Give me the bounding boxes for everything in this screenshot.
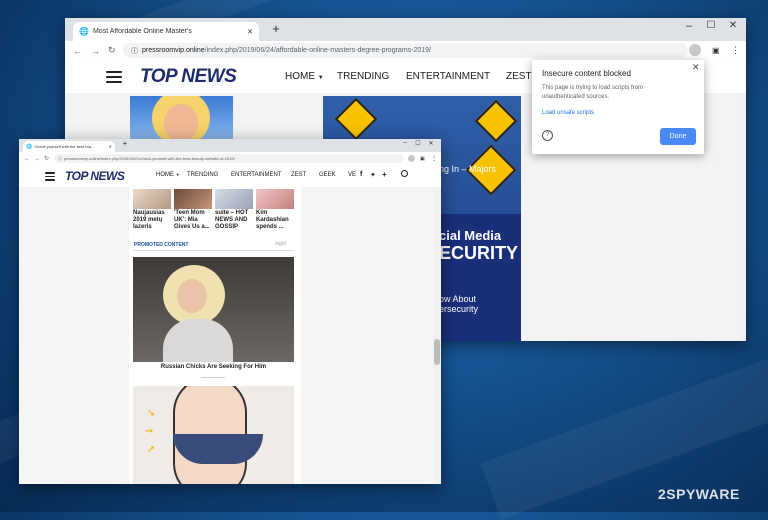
nav-zest[interactable]: ZEST bbox=[506, 71, 532, 82]
nav-zest[interactable]: ZEST bbox=[291, 172, 306, 178]
insecure-content-popup: Insecure content blocked ✕ This page is … bbox=[532, 60, 704, 154]
globe-icon: 🌐 bbox=[26, 143, 33, 150]
url-field[interactable]: ⓘ pressroomvip.online/index.php/2019/06/… bbox=[54, 154, 404, 163]
reload-icon[interactable]: ↻ bbox=[44, 155, 49, 162]
blocked-content-icon[interactable] bbox=[689, 44, 701, 56]
divider bbox=[133, 250, 294, 251]
address-bar: ← → ↻ ⓘ pressroomvip.online/index.php/20… bbox=[19, 152, 441, 166]
security-banner[interactable]: cial Media ECURITY ow About ersecurity bbox=[439, 214, 521, 341]
nav-entertainment[interactable]: ENTERTAINMENT bbox=[231, 172, 281, 178]
tab-title: Most Affordable Online Master's bbox=[92, 28, 192, 35]
arrow-sign-icon bbox=[334, 97, 378, 141]
reload-icon[interactable]: ↻ bbox=[108, 45, 116, 56]
minimize-button[interactable]: – bbox=[400, 140, 410, 146]
nav-home[interactable]: HOME ▼ bbox=[156, 172, 180, 178]
hamburger-icon[interactable] bbox=[106, 71, 122, 83]
address-bar: ← → ↻ ⓘ pressroomvip.online/index.php/20… bbox=[65, 41, 746, 61]
help-icon[interactable]: ? bbox=[542, 130, 553, 141]
tab-close-icon[interactable]: ✕ bbox=[247, 28, 253, 36]
nav-trending[interactable]: TRENDING bbox=[337, 71, 389, 82]
divider bbox=[201, 377, 225, 378]
chevron-down-icon: ▼ bbox=[175, 172, 180, 177]
ad-thumb-caption: suite – HOT NEWS AND GOSSIP bbox=[215, 210, 249, 230]
extension-icon[interactable]: ▣ bbox=[712, 46, 720, 55]
ad-thumb-caption: Naujausias 2019 metų lazeris bbox=[133, 210, 165, 230]
globe-icon: 🌐 bbox=[79, 27, 89, 36]
popup-close-icon[interactable]: ✕ bbox=[692, 62, 700, 73]
blocked-content-icon[interactable] bbox=[408, 155, 415, 162]
tab-strip: 🌐 Most Affordable Online Master's ✕ + – … bbox=[65, 18, 746, 41]
extension-icon[interactable]: ▣ bbox=[420, 156, 425, 162]
plus-icon[interactable]: + bbox=[382, 170, 387, 179]
forward-icon[interactable]: → bbox=[34, 156, 40, 162]
scrollbar[interactable] bbox=[738, 93, 746, 341]
url-path: /index.php/2019/06/24/affordable-online-… bbox=[204, 47, 432, 54]
chevron-down-icon: ▼ bbox=[317, 75, 324, 81]
twitter-icon[interactable]: ✦ bbox=[370, 171, 376, 179]
nav-home[interactable]: HOME ▼ bbox=[285, 71, 324, 82]
maximize-button[interactable]: ☐ bbox=[413, 140, 423, 147]
nav-entertainment[interactable]: ENTERTAINMENT bbox=[406, 71, 490, 82]
mgid-logo[interactable]: mgid bbox=[275, 241, 286, 247]
arrow-icon: ➘ bbox=[147, 408, 156, 419]
arrow-icon: ➙ bbox=[145, 426, 154, 437]
menu-dots-icon[interactable]: ⋮ bbox=[731, 45, 740, 56]
promoted-content-label: PROMOTED CONTENT bbox=[134, 242, 189, 248]
close-window-button[interactable]: ✕ bbox=[724, 20, 742, 31]
ad-thumb-caption: 'Teen Mom UK': Mia Gives Us a... bbox=[174, 210, 210, 230]
ad-thumb[interactable]: Naujausias 2019 metų lazeris bbox=[133, 189, 171, 231]
menu-dots-icon[interactable]: ⋮ bbox=[431, 155, 437, 162]
ad-image-body[interactable]: ➘ ➙ ➚ bbox=[133, 386, 294, 484]
url-text: pressroomvip.online/index.php/2019/06/21… bbox=[64, 156, 235, 161]
ad-thumb[interactable]: suite – HOT NEWS AND GOSSIP bbox=[215, 189, 253, 231]
ad-image-woman[interactable] bbox=[133, 257, 294, 362]
done-button[interactable]: Done bbox=[660, 128, 696, 145]
site-header: TOP NEWS HOME ▼ TRENDING ENTERTAINMENT Z… bbox=[19, 165, 441, 187]
maximize-button[interactable]: ☐ bbox=[702, 20, 720, 31]
nav-geek[interactable]: GEEK bbox=[319, 172, 336, 178]
tab-close-icon[interactable]: ✕ bbox=[109, 144, 112, 149]
ad-thumb-caption: Kim Kardashian spends ... bbox=[256, 210, 289, 230]
nav-trending[interactable]: TRENDING bbox=[187, 172, 218, 178]
tab-title: Check yourself with the best bra... bbox=[34, 144, 95, 149]
search-icon[interactable] bbox=[401, 170, 408, 177]
back-icon[interactable]: ← bbox=[73, 46, 82, 56]
info-icon[interactable]: ⓘ bbox=[58, 156, 62, 162]
site-logo[interactable]: TOP NEWS bbox=[140, 66, 237, 88]
ad-thumb[interactable]: 'Teen Mom UK': Mia Gives Us a... bbox=[174, 189, 212, 231]
ad-caption[interactable]: Russian Chicks Are Seeking For Him bbox=[133, 364, 294, 370]
browser-tab[interactable]: 🌐 Check yourself with the best bra... ✕ bbox=[23, 141, 115, 152]
url-field[interactable]: ⓘ pressroomvip.online/index.php/2019/06/… bbox=[123, 43, 688, 58]
facebook-icon[interactable]: f bbox=[360, 171, 362, 178]
minimize-button[interactable]: – bbox=[680, 20, 698, 32]
back-icon[interactable]: ← bbox=[24, 156, 30, 162]
new-tab-button[interactable]: + bbox=[120, 139, 130, 148]
watermark-logo: 2SPYWARE bbox=[658, 486, 740, 502]
forward-icon[interactable]: → bbox=[91, 46, 100, 56]
scrollbar[interactable] bbox=[433, 187, 441, 484]
browser-tab[interactable]: 🌐 Most Affordable Online Master's ✕ bbox=[73, 22, 259, 41]
popup-body: This page is trying to load scripts from… bbox=[542, 85, 644, 100]
arrow-icon: ➚ bbox=[147, 444, 156, 455]
article-title[interactable]: ng In – Majors bbox=[439, 164, 496, 174]
new-tab-button[interactable]: + bbox=[268, 21, 284, 36]
nav-more[interactable]: VE bbox=[348, 172, 356, 178]
tab-strip: 🌐 Check yourself with the best bra... ✕ … bbox=[19, 139, 441, 152]
url-domain: pressroomvip.online bbox=[142, 47, 205, 54]
site-logo[interactable]: TOP NEWS bbox=[65, 169, 125, 183]
popup-title: Insecure content blocked bbox=[542, 69, 631, 78]
load-unsafe-scripts-link[interactable]: Load unsafe scripts bbox=[542, 110, 594, 116]
info-icon[interactable]: ⓘ bbox=[131, 46, 138, 56]
close-window-button[interactable]: ✕ bbox=[426, 140, 436, 147]
ad-thumb[interactable]: Kim Kardashian spends ... bbox=[256, 189, 294, 231]
hero-woman-image[interactable] bbox=[130, 96, 233, 140]
arrow-sign-icon bbox=[474, 99, 518, 143]
hamburger-icon[interactable] bbox=[45, 172, 55, 181]
front-browser-window: 🌐 Check yourself with the best bra... ✕ … bbox=[19, 139, 441, 484]
scrollbar-thumb[interactable] bbox=[434, 339, 440, 365]
